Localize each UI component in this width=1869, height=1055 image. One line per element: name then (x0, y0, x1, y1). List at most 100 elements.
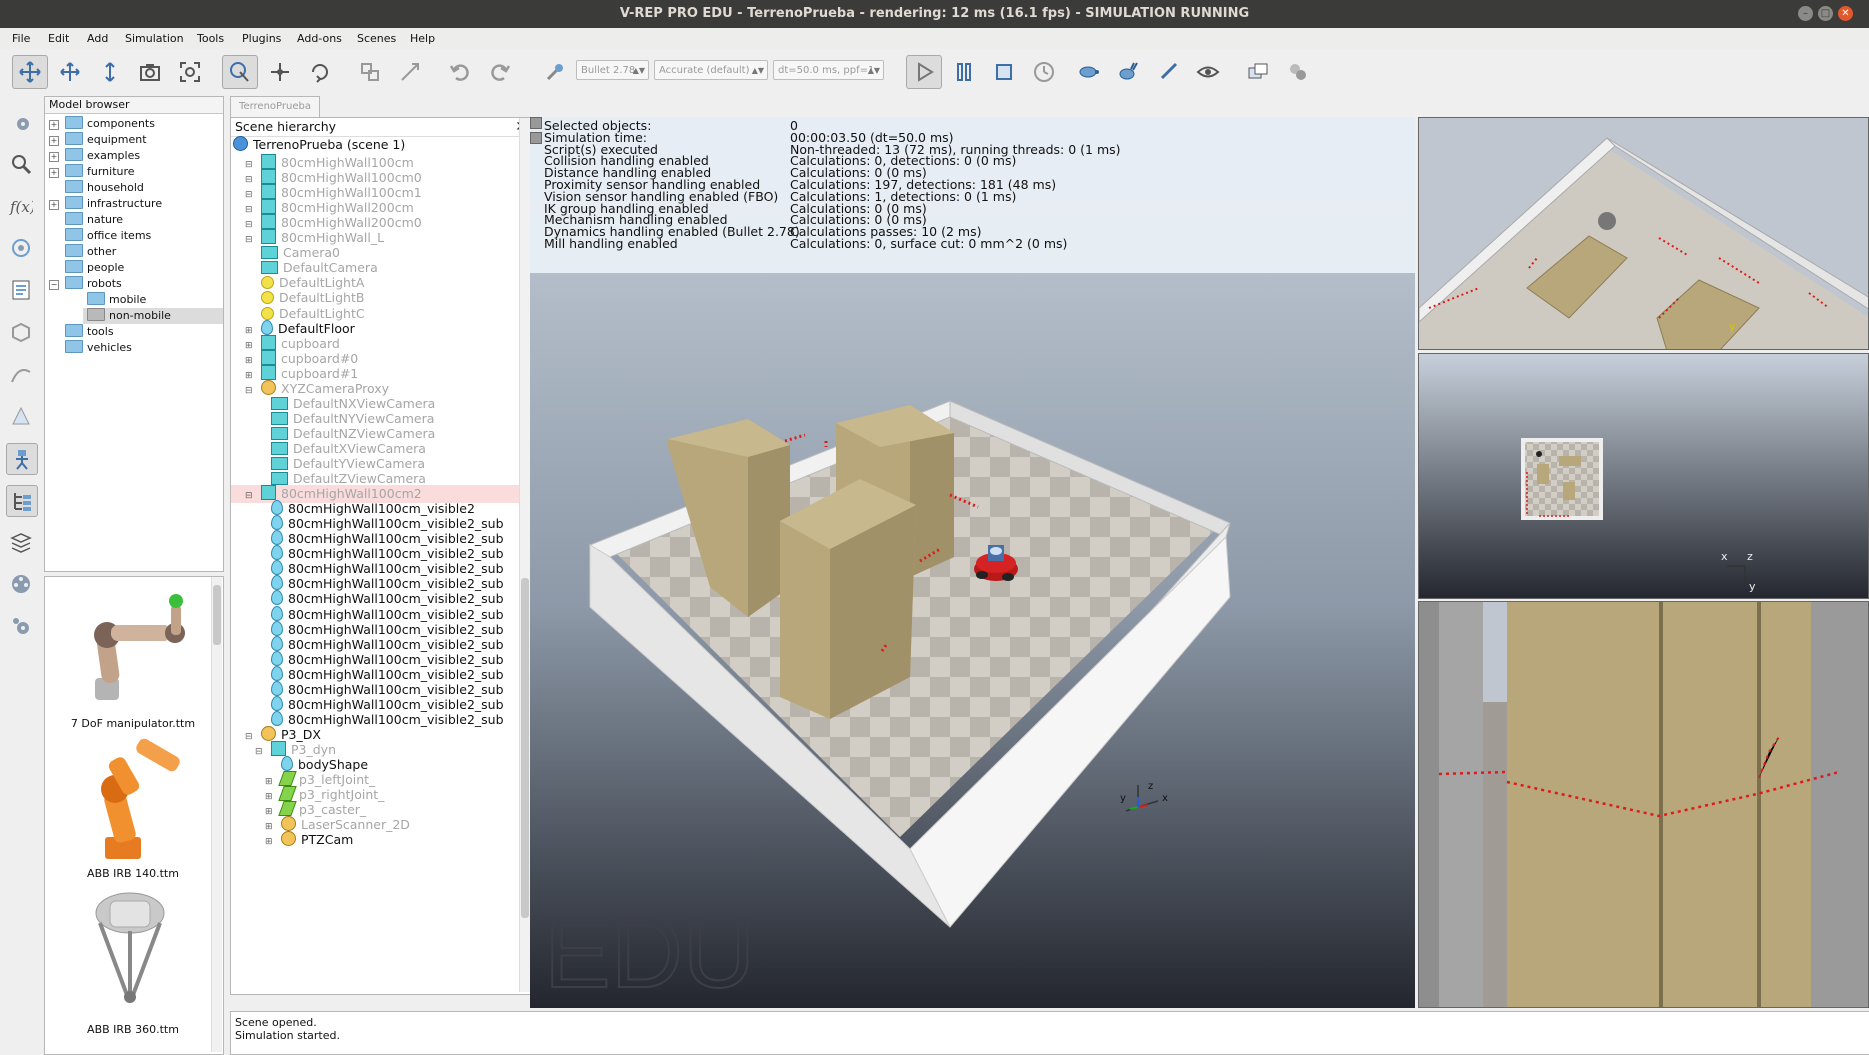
tree-item[interactable]: ⊞ PTZCam (265, 831, 353, 849)
menu-plugins[interactable]: Plugins (242, 32, 281, 45)
path-edit-button[interactable] (6, 359, 36, 389)
redo-button[interactable] (482, 55, 518, 89)
undo-button[interactable] (442, 55, 478, 89)
info-expand-button[interactable] (530, 132, 542, 144)
menu-scenes[interactable]: Scenes (357, 32, 396, 45)
start-simulation-button[interactable] (906, 55, 942, 89)
page-selector-button[interactable] (1240, 55, 1276, 89)
camera-shift-button[interactable] (92, 55, 128, 89)
user-settings-button[interactable] (6, 611, 36, 641)
dynamics-settings-button[interactable] (537, 55, 573, 89)
scene-selector-button[interactable] (1280, 55, 1316, 89)
fit-to-view-button[interactable] (172, 55, 208, 89)
folder-tools[interactable]: tools (65, 324, 114, 340)
menu-edit[interactable]: Edit (48, 32, 69, 45)
close-button[interactable]: ✕ (1838, 6, 1853, 21)
accuracy-select[interactable]: Accurate (default) ▲▼ (654, 60, 768, 80)
scripts-button[interactable] (6, 275, 36, 305)
folder-examples[interactable]: + examples (49, 148, 140, 164)
faster-button[interactable] (1110, 55, 1146, 89)
info-toggle-button[interactable] (530, 117, 542, 129)
status-console: Scene opened. Simulation started. (230, 1011, 1869, 1055)
thumbnails-scrollbar[interactable] (211, 577, 222, 1052)
minimize-button[interactable]: – (1798, 6, 1813, 21)
scrollbar-thumb[interactable] (213, 585, 221, 645)
top-camera-view[interactable]: y (1418, 117, 1869, 350)
scrollbar-thumb[interactable] (521, 578, 529, 918)
folder-nature[interactable]: nature (65, 212, 123, 228)
folder-label: infrastructure (87, 197, 163, 210)
folder-robots[interactable]: − robots (49, 276, 122, 292)
layers-button[interactable] (6, 527, 36, 557)
timestep-select[interactable]: dt=50.0 ms, ppf=1 ▲▼ (773, 60, 884, 80)
pause-simulation-button[interactable] (946, 55, 982, 89)
light-icon (261, 276, 274, 290)
transfer-dna-button[interactable] (392, 55, 428, 89)
visualization-toggle-button[interactable] (1190, 55, 1226, 89)
scene-hierarchy-toggle-button[interactable] (6, 485, 38, 517)
stop-simulation-button[interactable] (986, 55, 1022, 89)
object-rotate-button[interactable] (302, 55, 338, 89)
menu-add[interactable]: Add (87, 32, 108, 45)
threaded-rendering-button[interactable] (1150, 55, 1186, 89)
menu-help[interactable]: Help (410, 32, 435, 45)
click-select-button[interactable] (222, 55, 258, 89)
folder-furniture[interactable]: + furniture (49, 164, 135, 180)
maximize-button[interactable]: □ (1818, 6, 1833, 21)
camera-rotate-button[interactable] (52, 55, 88, 89)
folder-icon (65, 116, 83, 129)
tree-item-label: 80cmHighWall100cm_visible2_sub (288, 621, 504, 637)
tree-root[interactable]: TerrenoPrueba (scene 1) (233, 136, 405, 154)
folder-components[interactable]: + components (49, 116, 155, 132)
folder-office-items[interactable]: office items (65, 228, 151, 244)
object-properties-button[interactable] (6, 149, 36, 179)
mesh-icon (271, 500, 283, 516)
collapse-icon[interactable]: − (49, 280, 59, 290)
expand-icon[interactable]: + (49, 152, 59, 162)
folder-other[interactable]: other (65, 244, 116, 260)
camera-zoom-button[interactable] (132, 55, 168, 89)
scene-tab[interactable]: TerrenoPrueba (230, 96, 320, 117)
expand-icon[interactable]: + (49, 136, 59, 146)
abb-irb360-thumbnail[interactable] (65, 883, 195, 1013)
video-recorder-button[interactable] (6, 569, 36, 599)
abb-irb140-thumbnail[interactable] (65, 737, 195, 867)
menu-addons[interactable]: Add-ons (297, 32, 342, 45)
manipulator-thumbnail[interactable] (65, 583, 195, 713)
expand-icon[interactable]: + (49, 168, 59, 178)
collections-button[interactable] (6, 233, 36, 263)
physics-engine-select[interactable]: Bullet 2.78 ▲▼ (576, 60, 649, 80)
folder-mobile[interactable]: mobile (87, 292, 146, 308)
object-shift-button[interactable] (262, 55, 298, 89)
selection-icon (12, 406, 30, 425)
mesh-icon (271, 545, 283, 561)
expand-icon[interactable]: + (49, 120, 59, 130)
folder-vehicles[interactable]: vehicles (65, 340, 132, 356)
info-value: Calculations: 0, surface cut: 0 mm^2 (0 … (790, 236, 1068, 251)
menu-tools[interactable]: Tools (197, 32, 224, 45)
slower-button[interactable] (1070, 55, 1106, 89)
robot-camera-view[interactable] (1418, 601, 1869, 1008)
hierarchy-scrollbar[interactable] (519, 118, 530, 992)
thumbnail-label: ABB IRB 140.ttm (87, 867, 179, 880)
calculation-modules-button[interactable]: f(x) (6, 191, 36, 221)
selection-button[interactable] (6, 401, 36, 431)
realtime-button[interactable] (1026, 55, 1062, 89)
joint-icon (278, 801, 297, 817)
simulation-settings-button[interactable] (6, 107, 36, 137)
menu-simulation[interactable]: Simulation (125, 32, 184, 45)
folder-people[interactable]: people (65, 260, 124, 276)
camera-pan-button[interactable] (12, 55, 48, 89)
zoomed-out-camera-view[interactable]: x z y (1418, 353, 1869, 599)
folder-non-mobile[interactable]: non-mobile (83, 308, 223, 324)
expand-icon[interactable]: ⊞ (265, 833, 281, 851)
model-browser-toggle-button[interactable] (6, 443, 38, 475)
folder-infrastructure[interactable]: + infrastructure (49, 196, 162, 212)
expand-icon[interactable]: + (49, 200, 59, 210)
folder-equipment[interactable]: + equipment (49, 132, 147, 148)
accuracy-value: Accurate (default) (659, 65, 750, 76)
shape-edit-button[interactable] (6, 317, 36, 347)
assemble-button[interactable] (352, 55, 388, 89)
folder-household[interactable]: household (65, 180, 144, 196)
menu-file[interactable]: File (12, 32, 30, 45)
